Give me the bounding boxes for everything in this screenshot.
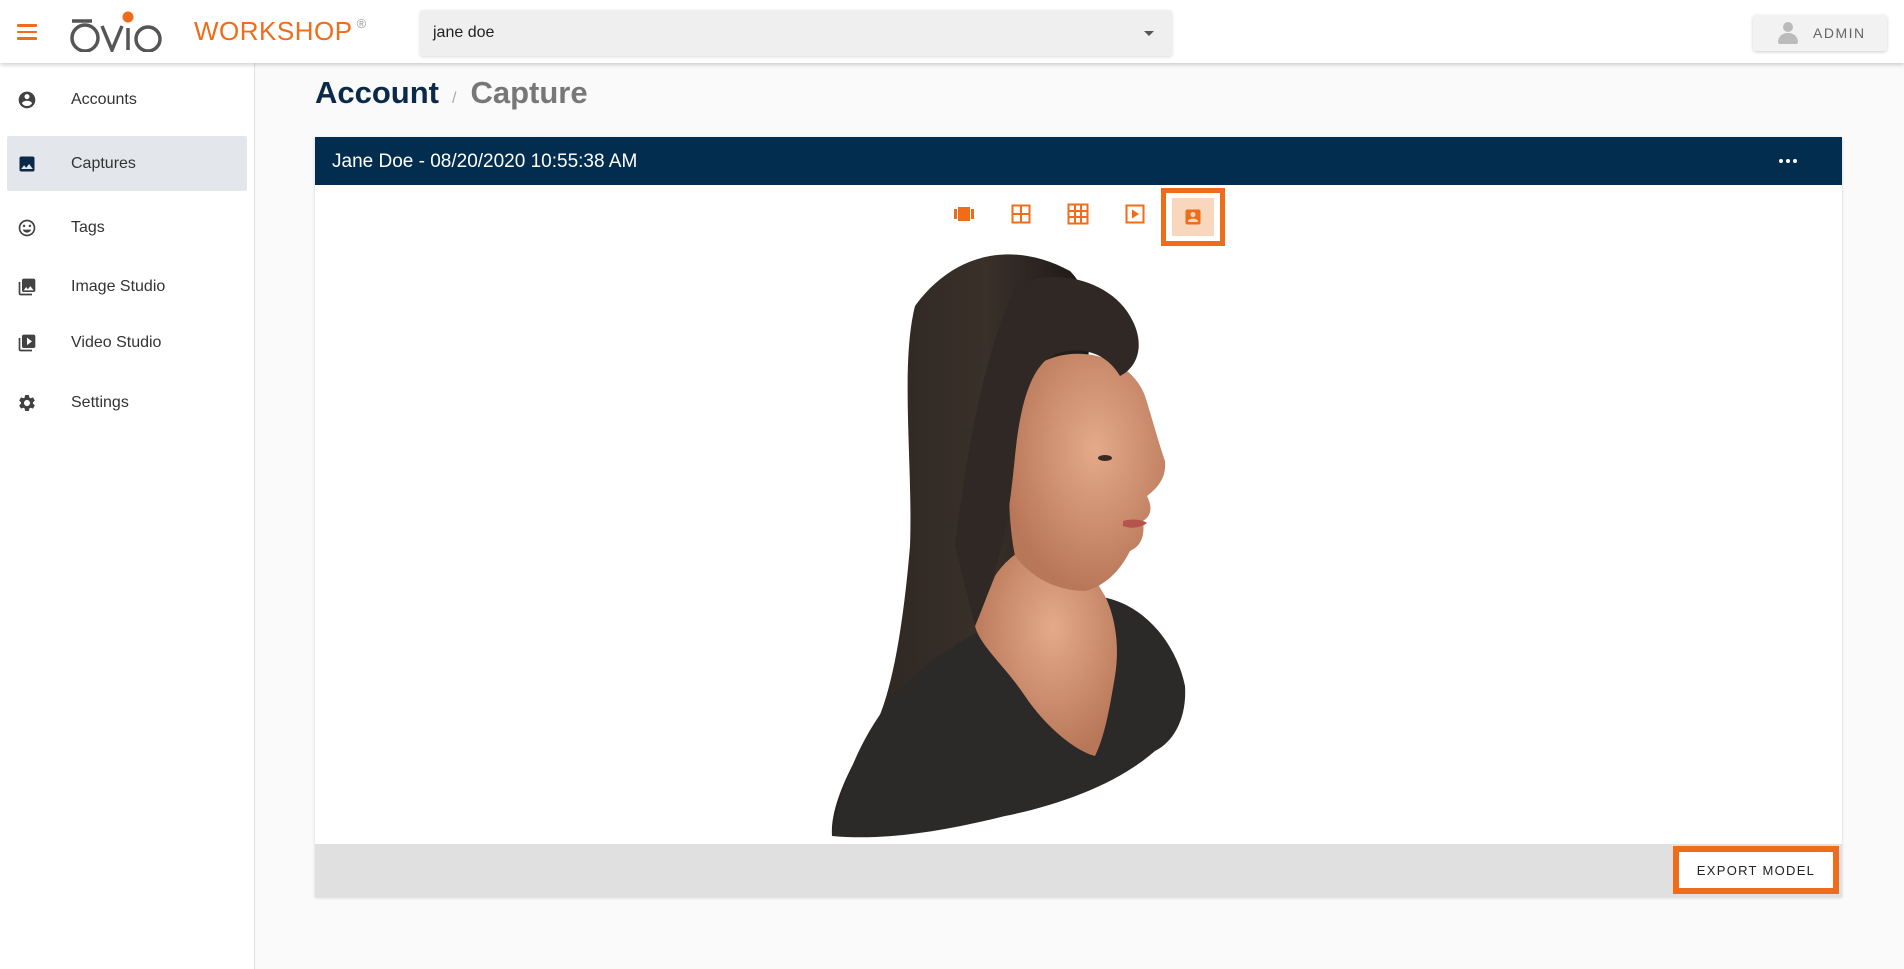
sidebar-item-video-studio[interactable]: Video Studio: [7, 315, 247, 370]
export-model-label: EXPORT MODEL: [1696, 862, 1816, 878]
user-avatar-icon: [1777, 21, 1799, 45]
view-mode-toolbar: [315, 188, 1842, 246]
sidebar-item-label: Video Studio: [71, 333, 162, 351]
sidebar-item-label: Accounts: [71, 90, 137, 108]
sidebar-item-captures[interactable]: Captures: [7, 136, 247, 191]
3d-model-view-button[interactable]: [1161, 188, 1225, 246]
grid-2x2-icon: [1011, 204, 1031, 224]
chevron-down-icon: [1144, 31, 1154, 36]
grid-3x3-icon: [1067, 203, 1089, 225]
ovio-workshop-logo: WORKSHOP ®: [68, 6, 366, 56]
3d-head-model-image: [831, 254, 1186, 838]
more-options-icon[interactable]: [1776, 151, 1800, 171]
carousel-view-button[interactable]: [944, 194, 984, 234]
photo-library-icon: [16, 276, 38, 298]
sidebar-item-accounts[interactable]: Accounts: [7, 72, 247, 127]
play-icon: [1125, 204, 1145, 224]
portrait-icon: [1185, 209, 1201, 225]
logo-workshop-text: WORKSHOP: [194, 15, 353, 46]
3d-model-viewer[interactable]: [315, 246, 1842, 844]
carousel-icon: [954, 207, 974, 221]
user-menu-button[interactable]: ADMIN: [1753, 15, 1887, 51]
registered-mark: ®: [356, 15, 367, 31]
video-view-button[interactable]: [1115, 194, 1155, 234]
sidebar: Accounts Captures Tags Image Studio Vide…: [0, 63, 255, 969]
grid-2x2-view-button[interactable]: [1001, 194, 1041, 234]
breadcrumb-account-link[interactable]: Account: [315, 75, 439, 111]
sidebar-item-label: Image Studio: [71, 277, 166, 295]
ovio-logo-mark: [70, 11, 162, 52]
account-select[interactable]: jane doe: [420, 10, 1172, 56]
account-select-value: jane doe: [433, 24, 495, 41]
sidebar-item-label: Tags: [71, 218, 105, 236]
grid-3x3-view-button[interactable]: [1058, 194, 1098, 234]
sidebar-item-settings[interactable]: Settings: [7, 375, 247, 430]
breadcrumb: Account / Capture: [315, 75, 588, 111]
sidebar-item-label: Captures: [71, 154, 136, 172]
video-studio-icon: [16, 332, 38, 354]
image-icon: [16, 153, 38, 175]
user-menu-label: ADMIN: [1813, 25, 1866, 41]
capture-card-footer: EXPORT MODEL: [315, 844, 1842, 897]
smiley-icon: [16, 217, 38, 239]
sidebar-item-tags[interactable]: Tags: [7, 200, 247, 255]
menu-icon[interactable]: [14, 20, 40, 42]
export-model-button[interactable]: EXPORT MODEL: [1673, 846, 1839, 894]
sidebar-item-label: Settings: [71, 393, 129, 411]
account-circle-icon: [16, 89, 38, 111]
sidebar-item-image-studio[interactable]: Image Studio: [7, 259, 247, 314]
capture-card: Jane Doe - 08/20/2020 10:55:38 AM EXPORT…: [315, 137, 1842, 897]
capture-title: Jane Doe - 08/20/2020 10:55:38 AM: [332, 151, 638, 172]
gear-icon: [16, 392, 38, 414]
breadcrumb-separator: /: [452, 90, 457, 107]
top-app-bar: WORKSHOP ® jane doe ADMIN: [0, 0, 1904, 63]
breadcrumb-current: Capture: [470, 75, 588, 110]
capture-card-header: Jane Doe - 08/20/2020 10:55:38 AM: [315, 137, 1842, 185]
